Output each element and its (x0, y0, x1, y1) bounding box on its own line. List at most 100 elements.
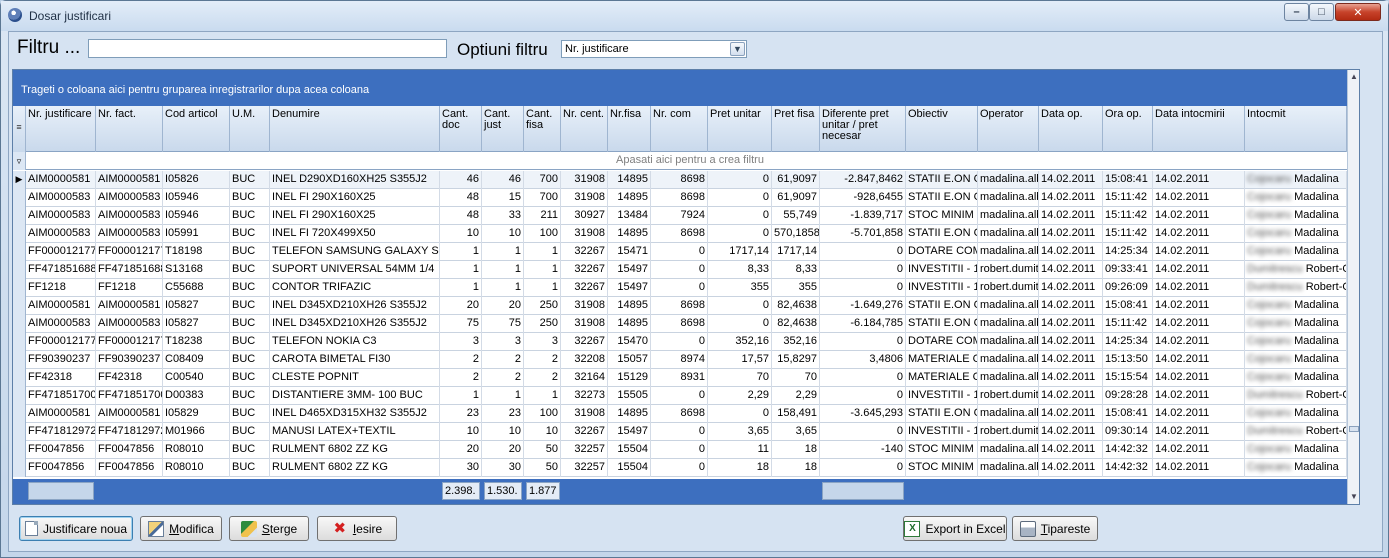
table-cell[interactable]: madalina.albu (978, 315, 1039, 333)
table-cell[interactable]: 352,16 (708, 333, 772, 351)
table-cell[interactable]: FF0047856 (96, 441, 163, 459)
table-cell[interactable]: 1 (524, 261, 561, 279)
table-cell[interactable]: SUPORT UNIVERSAL 54MM 1/4 (270, 261, 440, 279)
table-cell[interactable]: 14.02.2011 (1039, 387, 1103, 405)
table-cell[interactable]: 250 (524, 297, 561, 315)
table-row[interactable]: FF0047856 FF0047856 R08010 BUC RULMENT 6802 … (13, 459, 1347, 477)
row-indicator[interactable] (13, 243, 26, 261)
table-cell[interactable]: Cojocaru Madalina (1245, 171, 1347, 189)
table-row[interactable]: FF471851700 FF471851700 D00383 BUC DISTANTIE… (13, 387, 1347, 405)
table-cell[interactable]: TELEFON SAMSUNG GALAXY S (270, 243, 440, 261)
table-cell[interactable]: Dumitrescu Robert-Octavian (1245, 423, 1347, 441)
table-cell[interactable]: 14.02.2011 (1039, 351, 1103, 369)
table-cell[interactable]: BUC (230, 405, 270, 423)
table-cell[interactable]: robert.dumitrescu (978, 279, 1039, 297)
table-cell[interactable]: madalina.albu (978, 459, 1039, 477)
table-cell[interactable]: 61,9097 (772, 189, 820, 207)
table-cell[interactable]: FF471812972 (26, 423, 96, 441)
table-cell[interactable]: MATERIALE CONSUMABILE (906, 351, 978, 369)
column-header[interactable]: Intocmit (1245, 106, 1347, 152)
table-cell[interactable]: 32257 (561, 459, 608, 477)
table-cell[interactable]: 0 (820, 243, 906, 261)
table-cell[interactable]: AIM0000583 (96, 315, 163, 333)
table-cell[interactable]: 2,29 (708, 387, 772, 405)
table-cell[interactable]: 250 (524, 315, 561, 333)
table-cell[interactable]: 14.02.2011 (1153, 225, 1245, 243)
table-cell[interactable]: 0 (651, 261, 708, 279)
table-cell[interactable]: Cojocaru Madalina (1245, 369, 1347, 387)
table-cell[interactable]: INEL FI 720X499X50 (270, 225, 440, 243)
table-cell[interactable]: 14.02.2011 (1153, 459, 1245, 477)
table-cell[interactable]: 14.02.2011 (1153, 207, 1245, 225)
row-indicator[interactable] (13, 315, 26, 333)
table-cell[interactable]: 100 (524, 225, 561, 243)
table-cell[interactable]: 14.02.2011 (1153, 315, 1245, 333)
column-header[interactable]: Cant. doc (440, 106, 482, 152)
table-cell[interactable]: BUC (230, 459, 270, 477)
table-row[interactable]: FF1218 FF1218 C55688 BUC CONTOR TRIFAZIC 1 1 1 3… (13, 279, 1347, 297)
column-header[interactable]: Data intocmirii (1153, 106, 1245, 152)
table-cell[interactable]: Cojocaru Madalina (1245, 351, 1347, 369)
table-cell[interactable]: 8,33 (772, 261, 820, 279)
table-cell[interactable]: AIM0000581 (96, 405, 163, 423)
table-cell[interactable]: 0 (820, 459, 906, 477)
column-header[interactable]: Ora op. (1103, 106, 1153, 152)
column-header[interactable]: Nr. fact. (96, 106, 163, 152)
table-cell[interactable]: FF1218 (26, 279, 96, 297)
table-cell[interactable]: 48 (440, 207, 482, 225)
table-cell[interactable]: 0 (708, 405, 772, 423)
close-button[interactable]: ✕ (1335, 3, 1381, 21)
table-cell[interactable]: 0 (651, 243, 708, 261)
table-cell[interactable]: 355 (708, 279, 772, 297)
table-cell[interactable]: madalina.albu (978, 351, 1039, 369)
column-header[interactable]: Nr.fisa (608, 106, 651, 152)
table-cell[interactable]: 3 (440, 333, 482, 351)
table-cell[interactable]: 100 (524, 405, 561, 423)
table-cell[interactable]: robert.dumitrescu (978, 387, 1039, 405)
table-cell[interactable]: R08010 (163, 441, 230, 459)
export-excel-button[interactable]: X Export in Excel (903, 516, 1007, 541)
new-justification-button[interactable]: Justificare noua (19, 516, 133, 541)
table-cell[interactable]: S13168 (163, 261, 230, 279)
table-cell[interactable]: 570,1858 (772, 225, 820, 243)
table-cell[interactable]: BUC (230, 297, 270, 315)
table-cell[interactable]: 32267 (561, 279, 608, 297)
table-cell[interactable]: 15505 (608, 387, 651, 405)
table-cell[interactable]: 14895 (608, 405, 651, 423)
table-cell[interactable]: robert.dumitrescu (978, 423, 1039, 441)
table-cell[interactable]: I05827 (163, 297, 230, 315)
table-cell[interactable]: 3 (524, 333, 561, 351)
table-cell[interactable]: 2 (440, 351, 482, 369)
table-cell[interactable]: 31908 (561, 405, 608, 423)
table-cell[interactable]: BUC (230, 351, 270, 369)
table-cell[interactable]: FF000012177 (26, 243, 96, 261)
table-cell[interactable]: 32267 (561, 243, 608, 261)
table-cell[interactable]: 1 (440, 387, 482, 405)
table-cell[interactable]: STOC MINIM SIGURANTA (906, 207, 978, 225)
table-cell[interactable]: 30927 (561, 207, 608, 225)
table-cell[interactable]: FF0047856 (26, 459, 96, 477)
table-cell[interactable]: 32257 (561, 441, 608, 459)
filter-icon[interactable]: ▿ (13, 152, 26, 170)
table-cell[interactable]: madalina.albu (978, 243, 1039, 261)
table-cell[interactable]: 0 (651, 441, 708, 459)
table-cell[interactable]: madalina.albu (978, 405, 1039, 423)
row-indicator[interactable] (13, 405, 26, 423)
table-cell[interactable]: 09:26:09 (1103, 279, 1153, 297)
column-header[interactable]: U.M. (230, 106, 270, 152)
table-cell[interactable]: 14.02.2011 (1153, 333, 1245, 351)
table-cell[interactable]: 31908 (561, 189, 608, 207)
table-cell[interactable]: 14.02.2011 (1039, 459, 1103, 477)
table-cell[interactable]: RULMENT 6802 ZZ KG (270, 441, 440, 459)
table-cell[interactable]: AIM0000583 (26, 207, 96, 225)
table-cell[interactable]: 0 (708, 315, 772, 333)
column-header[interactable]: Cant. just (482, 106, 524, 152)
table-cell[interactable]: 46 (482, 171, 524, 189)
row-indicator[interactable] (13, 351, 26, 369)
table-cell[interactable]: AIM0000581 (26, 297, 96, 315)
table-cell[interactable]: 14:42:32 (1103, 459, 1153, 477)
table-cell[interactable]: Cojocaru Madalina (1245, 333, 1347, 351)
row-indicator[interactable] (13, 279, 26, 297)
column-header[interactable]: Pret fisa (772, 106, 820, 152)
table-cell[interactable]: -2.847,8462 (820, 171, 906, 189)
